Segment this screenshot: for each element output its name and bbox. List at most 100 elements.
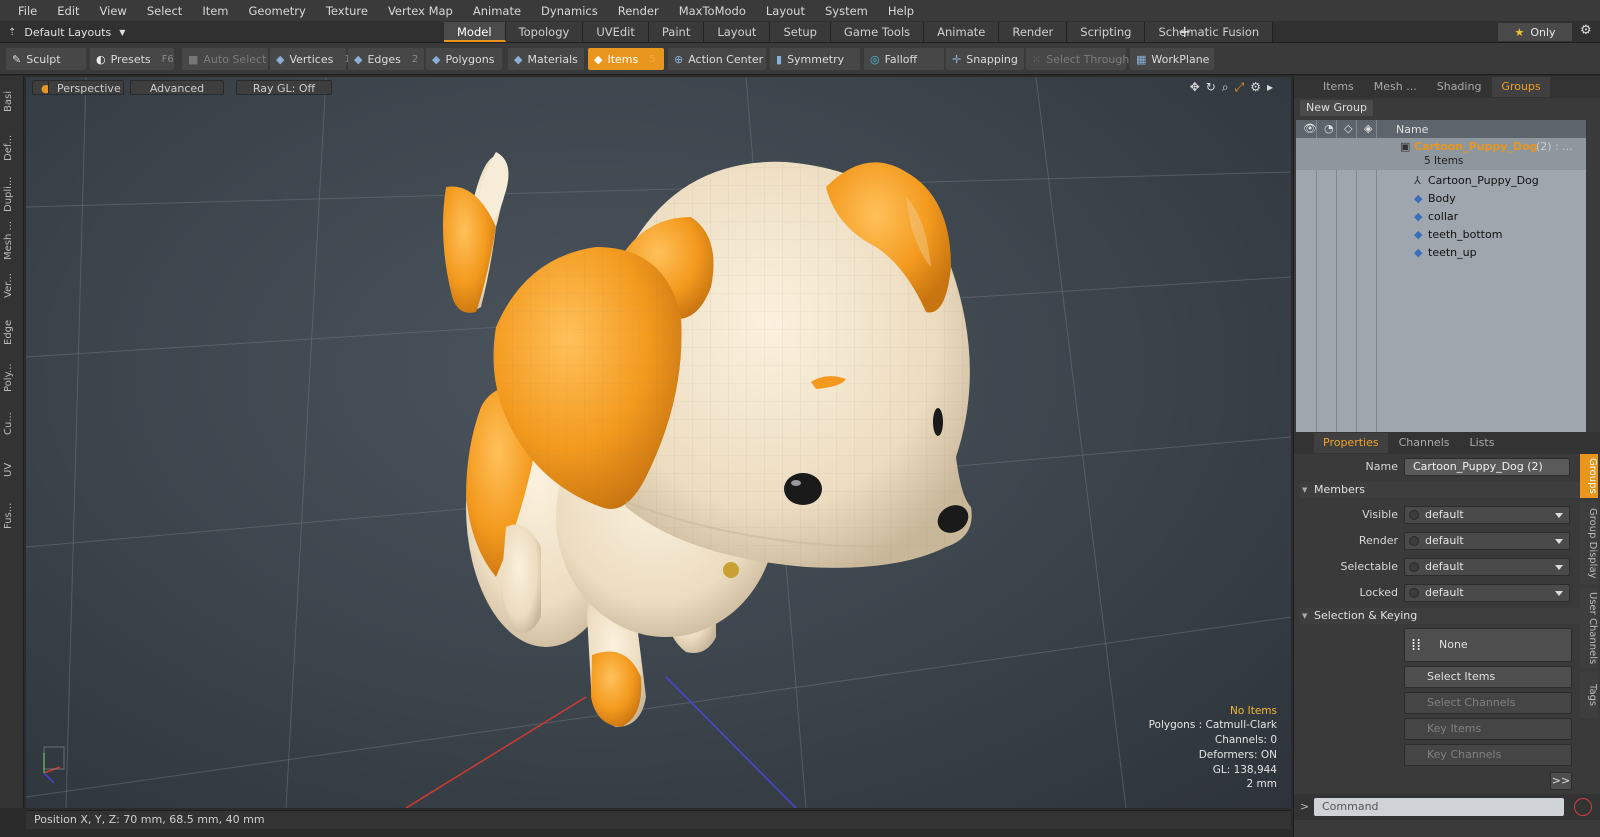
tree-row-item[interactable]: ⅄ Cartoon_Puppy_Dog	[1296, 172, 1586, 190]
panel-tab-groups[interactable]: Groups	[1492, 77, 1550, 97]
viewport-expand-icon[interactable]: ▸	[1267, 80, 1273, 95]
panel-tab-mesh[interactable]: Mesh ...	[1365, 77, 1426, 97]
panel-tab-shading[interactable]: Shading	[1428, 77, 1491, 97]
left-tab-0[interactable]: Basi	[3, 80, 21, 124]
menu-select[interactable]: Select	[137, 4, 192, 18]
move-view-icon[interactable]: ✥	[1190, 80, 1200, 95]
left-tab-2[interactable]: Dupli...	[3, 172, 21, 216]
presets-button[interactable]: ◐ Presets F6	[90, 48, 174, 70]
left-tab-1[interactable]: Def...	[3, 126, 21, 170]
advanced-button[interactable]: Advanced	[130, 80, 224, 95]
snapping-button[interactable]: ✛ Snapping	[946, 48, 1024, 70]
menu-view[interactable]: View	[90, 4, 137, 18]
falloff-button[interactable]: ◎ Falloff	[864, 48, 944, 70]
select-through-button[interactable]: ⁙ Select Through	[1026, 48, 1129, 70]
cartoon-puppy-model[interactable]	[442, 152, 973, 727]
items-button[interactable]: ◆ Items 5	[588, 48, 664, 70]
tree-row-item[interactable]: ◆ teetn_up	[1296, 244, 1586, 262]
vertices-button[interactable]: ◆ Vertices 1	[270, 48, 351, 70]
viewport-gear-icon[interactable]: ⚙	[1250, 80, 1261, 95]
materials-button[interactable]: ◆ Materials	[508, 48, 584, 70]
3d-viewport[interactable]: ● Perspective Advanced Ray GL: Off ✥ ↻ ⌕…	[26, 77, 1291, 808]
more-button[interactable]: >>	[1550, 772, 1572, 790]
sculpt-button[interactable]: ✎ Sculpt	[6, 48, 86, 70]
raygl-button[interactable]: Ray GL: Off	[236, 80, 332, 95]
edges-button[interactable]: ◆ Edges 2	[348, 48, 424, 70]
props-tab-channels[interactable]: Channels	[1390, 433, 1459, 453]
menu-item[interactable]: Item	[192, 4, 238, 18]
polygons-button[interactable]: ◆ Polygons	[426, 48, 502, 70]
render-select[interactable]: default	[1404, 532, 1570, 550]
left-tab-6[interactable]: Poly...	[3, 356, 21, 400]
workplane-button[interactable]: ▦ WorkPlane	[1130, 48, 1214, 70]
name-field[interactable]: Cartoon_Puppy_Dog (2)	[1404, 458, 1570, 476]
side-tab-group-display[interactable]: Group Display	[1580, 502, 1598, 584]
action-center-button[interactable]: ⊕ Action Center	[668, 48, 766, 70]
menu-vertex-map[interactable]: Vertex Map	[378, 4, 463, 18]
add-tab-icon[interactable]: +	[1178, 23, 1191, 41]
menu-geometry[interactable]: Geometry	[239, 4, 316, 18]
perspective-button[interactable]: Perspective	[48, 80, 124, 95]
tree-row-item[interactable]: ◆ collar	[1296, 208, 1586, 226]
menu-animate[interactable]: Animate	[463, 4, 531, 18]
menu-edit[interactable]: Edit	[47, 4, 89, 18]
left-tab-5[interactable]: Edge	[3, 310, 21, 354]
fit-view-icon[interactable]: ⤢	[1235, 80, 1245, 95]
gear-icon[interactable]: ⚙	[1580, 23, 1592, 38]
rotate-view-icon[interactable]: ↻	[1206, 80, 1216, 95]
menu-layout[interactable]: Layout	[756, 4, 815, 18]
props-tab-properties[interactable]: Properties	[1314, 433, 1388, 453]
menu-system[interactable]: System	[815, 4, 878, 18]
layout-tab-animate[interactable]: Animate	[924, 22, 1000, 42]
selection-keying-section[interactable]: Selection & Keying	[1300, 608, 1580, 624]
select-items-button[interactable]: Select Items	[1404, 666, 1572, 688]
only-toggle[interactable]: ★ Only	[1498, 23, 1572, 41]
layout-tab-game-tools[interactable]: Game Tools	[830, 22, 925, 42]
selectable-select[interactable]: default	[1404, 558, 1570, 576]
left-tab-4[interactable]: Ver...	[3, 264, 21, 308]
menu-maxtomodo[interactable]: MaxToModo	[669, 4, 756, 18]
key-channels-button[interactable]: Key Channels	[1404, 744, 1572, 766]
tree-row-group[interactable]: ▣ Cartoon_Puppy_Dog (2) : ... 5 Items	[1296, 138, 1586, 170]
visible-select[interactable]: default	[1404, 506, 1570, 524]
zoom-view-icon[interactable]: ⌕	[1222, 80, 1229, 95]
select-icon[interactable]: ◈	[1364, 122, 1372, 135]
panel-tab-items[interactable]: Items	[1314, 77, 1363, 97]
props-tab-lists[interactable]: Lists	[1461, 433, 1504, 453]
tree-row-item[interactable]: ◆ Body	[1296, 190, 1586, 208]
menu-file[interactable]: File	[8, 4, 47, 18]
symmetry-button[interactable]: ▮ Symmetry	[770, 48, 860, 70]
select-channels-button[interactable]: Select Channels	[1404, 692, 1572, 714]
layout-dropdown[interactable]: ⇡ Default Layouts ▼	[8, 24, 125, 40]
tree-row-item[interactable]: ◆ teeth_bottom	[1296, 226, 1586, 244]
left-tab-8[interactable]: UV	[3, 448, 21, 492]
layout-tab-paint[interactable]: Paint	[648, 22, 705, 42]
layout-tab-layout[interactable]: Layout	[704, 22, 771, 42]
eye-icon[interactable]: 👁	[1303, 122, 1317, 135]
left-tab-7[interactable]: Cu...	[3, 402, 21, 446]
new-group-button[interactable]: New Group	[1300, 100, 1373, 116]
layout-tab-model[interactable]: Model	[444, 22, 506, 42]
side-tab-user-channels[interactable]: User Channels	[1580, 588, 1598, 668]
menu-render[interactable]: Render	[608, 4, 669, 18]
menu-help[interactable]: Help	[878, 4, 924, 18]
lock-icon[interactable]: ◇	[1344, 122, 1352, 135]
menu-texture[interactable]: Texture	[316, 4, 378, 18]
side-tab-groups[interactable]: Groups	[1580, 454, 1598, 498]
layout-tab-schematic-fusion[interactable]: Schematic Fusion	[1145, 22, 1274, 42]
render-icon[interactable]: ◔	[1324, 122, 1334, 135]
command-input[interactable]: Command	[1314, 798, 1564, 816]
layout-tab-render[interactable]: Render	[999, 22, 1068, 42]
layout-tab-topology[interactable]: Topology	[505, 22, 584, 42]
key-items-button[interactable]: Key Items	[1404, 718, 1572, 740]
layout-tab-scripting[interactable]: Scripting	[1067, 22, 1146, 42]
layout-tab-setup[interactable]: Setup	[770, 22, 831, 42]
layout-tab-uvedit[interactable]: UVEdit	[583, 22, 649, 42]
members-section[interactable]: Members	[1300, 482, 1580, 498]
left-tab-3[interactable]: Mesh ...	[3, 218, 21, 262]
record-icon[interactable]	[1574, 798, 1592, 816]
left-tab-9[interactable]: Fus...	[3, 494, 21, 538]
side-tab-tags[interactable]: Tags	[1580, 672, 1598, 718]
menu-dynamics[interactable]: Dynamics	[531, 4, 608, 18]
auto-select-button[interactable]: ■ Auto Select	[182, 48, 268, 70]
